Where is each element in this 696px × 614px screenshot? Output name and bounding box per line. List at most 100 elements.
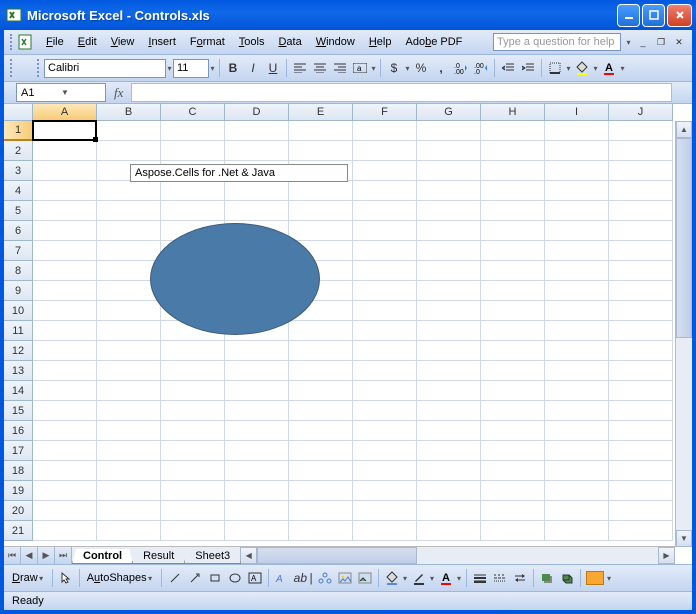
cell[interactable] <box>609 161 673 181</box>
close-button[interactable] <box>667 4 692 27</box>
align-right-button[interactable] <box>330 58 350 78</box>
cell[interactable] <box>225 341 289 361</box>
fill-color-button[interactable] <box>382 568 402 588</box>
cell[interactable] <box>289 121 353 141</box>
cell[interactable] <box>33 481 97 501</box>
cell[interactable] <box>97 181 161 201</box>
dropdown-icon[interactable]: ▾ <box>606 574 613 583</box>
cell[interactable] <box>545 521 609 541</box>
cell[interactable] <box>289 181 353 201</box>
cell[interactable] <box>33 321 97 341</box>
clipart-button[interactable] <box>335 568 355 588</box>
oval-shape[interactable] <box>150 223 320 335</box>
cell[interactable] <box>609 421 673 441</box>
row-header[interactable]: 1 <box>4 121 33 141</box>
cell[interactable] <box>545 121 609 141</box>
cell[interactable] <box>417 281 481 301</box>
cell[interactable] <box>289 461 353 481</box>
cell[interactable] <box>417 461 481 481</box>
doc-close-button[interactable]: ✕ <box>672 36 686 48</box>
column-header[interactable]: G <box>417 104 481 121</box>
cell[interactable] <box>609 321 673 341</box>
increase-decimal-button[interactable]: .0.00 <box>451 58 471 78</box>
cell[interactable] <box>97 501 161 521</box>
cell[interactable] <box>97 521 161 541</box>
cell[interactable] <box>33 521 97 541</box>
cell[interactable] <box>353 441 417 461</box>
dropdown-icon[interactable]: ▾ <box>166 64 173 73</box>
cell[interactable] <box>481 301 545 321</box>
menu-tools[interactable]: Tools <box>232 33 272 51</box>
select-all-corner[interactable] <box>4 104 33 121</box>
cell[interactable] <box>545 241 609 261</box>
cell[interactable] <box>33 441 97 461</box>
textbox-button[interactable]: A <box>245 568 265 588</box>
cell[interactable] <box>545 421 609 441</box>
cell[interactable] <box>161 361 225 381</box>
toolbar-handle-icon[interactable] <box>37 59 40 77</box>
name-box[interactable]: A1 ▼ <box>16 83 106 102</box>
cell[interactable] <box>609 201 673 221</box>
cell[interactable] <box>161 521 225 541</box>
cell[interactable] <box>609 521 673 541</box>
row-header[interactable]: 12 <box>4 341 33 361</box>
cell[interactable] <box>289 141 353 161</box>
cell[interactable] <box>33 221 97 241</box>
cell[interactable] <box>545 461 609 481</box>
cell[interactable] <box>33 141 97 161</box>
fill-color-button[interactable] <box>572 58 592 78</box>
cell[interactable] <box>225 421 289 441</box>
cell[interactable] <box>33 421 97 441</box>
column-header[interactable]: D <box>225 104 289 121</box>
cell[interactable] <box>609 441 673 461</box>
cell[interactable] <box>353 481 417 501</box>
cell[interactable] <box>33 401 97 421</box>
currency-button[interactable]: $ <box>384 58 404 78</box>
menu-adobe-pdf[interactable]: Adobe PDF <box>398 33 469 51</box>
help-dropdown-icon[interactable]: ▾ <box>625 38 632 47</box>
cell[interactable] <box>353 121 417 141</box>
menu-data[interactable]: Data <box>271 33 308 51</box>
cell[interactable] <box>353 241 417 261</box>
cell[interactable] <box>481 201 545 221</box>
scroll-right-button[interactable]: ▶ <box>658 547 675 564</box>
row-header[interactable]: 10 <box>4 301 33 321</box>
cell[interactable] <box>225 501 289 521</box>
cell[interactable] <box>289 441 353 461</box>
cell[interactable] <box>609 121 673 141</box>
maximize-button[interactable] <box>642 4 665 27</box>
cell[interactable] <box>609 481 673 501</box>
picture-button[interactable] <box>355 568 375 588</box>
row-header[interactable]: 6 <box>4 221 33 241</box>
cell[interactable] <box>353 221 417 241</box>
column-header[interactable]: A <box>33 104 97 121</box>
cell[interactable] <box>289 361 353 381</box>
cell[interactable] <box>161 441 225 461</box>
decrease-decimal-button[interactable]: .00.0 <box>471 58 491 78</box>
row-header[interactable]: 17 <box>4 441 33 461</box>
cell[interactable] <box>289 501 353 521</box>
font-combo[interactable] <box>44 59 166 78</box>
cell[interactable] <box>289 421 353 441</box>
dash-style-button[interactable] <box>490 568 510 588</box>
cell[interactable] <box>97 121 161 141</box>
cell[interactable] <box>97 381 161 401</box>
cell[interactable] <box>33 161 97 181</box>
last-sheet-button[interactable]: ⏭ <box>55 547 72 564</box>
cell[interactable] <box>97 321 161 341</box>
draw-menu-button[interactable]: Draw▾ <box>8 572 49 584</box>
cell[interactable] <box>545 261 609 281</box>
cell[interactable] <box>225 461 289 481</box>
cell[interactable] <box>481 461 545 481</box>
cell[interactable] <box>417 441 481 461</box>
cell[interactable] <box>609 221 673 241</box>
scroll-up-button[interactable]: ▲ <box>676 121 692 138</box>
cell[interactable] <box>97 401 161 421</box>
line-color-button[interactable] <box>409 568 429 588</box>
cell[interactable] <box>417 141 481 161</box>
cell[interactable] <box>545 341 609 361</box>
oval-button[interactable] <box>225 568 245 588</box>
cell[interactable] <box>609 401 673 421</box>
cell[interactable] <box>609 361 673 381</box>
cell[interactable] <box>161 381 225 401</box>
